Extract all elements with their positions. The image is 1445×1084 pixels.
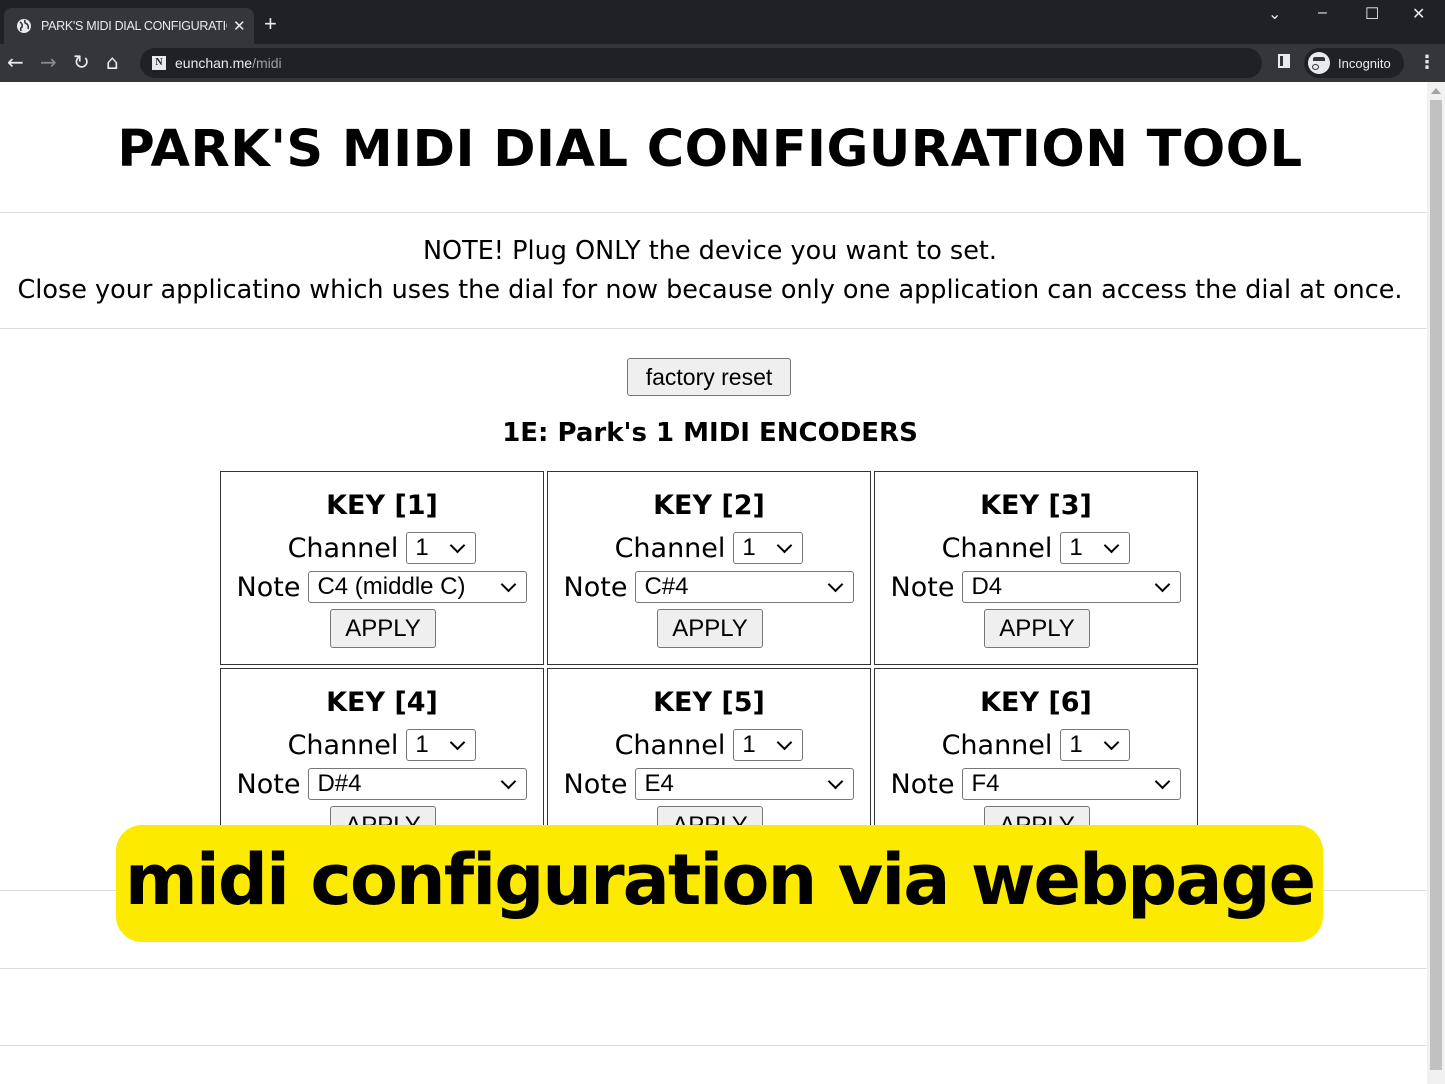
tab-title: PARK'S MIDI DIAL CONFIGURATIC bbox=[41, 19, 227, 33]
note-value: C#4 bbox=[644, 573, 689, 600]
note-label: Note bbox=[890, 768, 955, 800]
scroll-up-icon[interactable] bbox=[1431, 88, 1441, 94]
forward-icon[interactable]: → bbox=[40, 50, 57, 74]
browser-toolbar: ← → ↻ ⌂ N eunchan.me/midi Incognito ⋮ bbox=[0, 44, 1445, 82]
maximize-icon[interactable]: ☐ bbox=[1365, 4, 1379, 24]
key-label: KEY [2] bbox=[653, 490, 765, 521]
tab-search-icon[interactable]: ⌄ bbox=[1268, 4, 1281, 24]
chevron-down-icon bbox=[828, 773, 844, 789]
close-tab-icon[interactable]: ✕ bbox=[233, 17, 246, 35]
chevron-down-icon bbox=[450, 537, 466, 553]
scrollbar-thumb[interactable] bbox=[1430, 100, 1442, 1070]
chevron-down-icon bbox=[777, 734, 793, 750]
key-card: KEY [1] Channel 1 Note C4 (middle C) APPLY bbox=[220, 471, 544, 665]
chevron-down-icon bbox=[501, 773, 517, 789]
channel-label: Channel bbox=[287, 729, 399, 761]
scrollbar[interactable] bbox=[1427, 82, 1445, 1084]
chevron-down-icon bbox=[1155, 773, 1171, 789]
incognito-profile-button[interactable]: Incognito bbox=[1304, 48, 1404, 78]
side-panel-icon[interactable] bbox=[1278, 54, 1290, 68]
menu-icon[interactable]: ⋮ bbox=[1418, 52, 1436, 73]
note-label: Note bbox=[563, 571, 628, 603]
note-label: Note bbox=[236, 768, 301, 800]
note-label: Note bbox=[563, 768, 628, 800]
new-tab-button[interactable]: + bbox=[264, 12, 277, 36]
note-label: Note bbox=[890, 571, 955, 603]
channel-select[interactable]: 1 bbox=[733, 532, 804, 564]
channel-select[interactable]: 1 bbox=[733, 729, 804, 761]
channel-value: 1 bbox=[415, 534, 429, 561]
key-grid: KEY [1] Channel 1 Note C4 (middle C) APPLY… bbox=[220, 471, 1198, 862]
notice-line-2: Close your applicatino which uses the di… bbox=[17, 275, 1403, 305]
note-value: D#4 bbox=[317, 770, 362, 797]
channel-label: Channel bbox=[614, 729, 726, 761]
note-select[interactable]: D#4 bbox=[308, 768, 528, 800]
note-select[interactable]: E4 bbox=[635, 768, 855, 800]
channel-select[interactable]: 1 bbox=[1060, 532, 1131, 564]
note-value: C4 (middle C) bbox=[317, 573, 466, 600]
incognito-label: Incognito bbox=[1338, 55, 1391, 71]
back-icon[interactable]: ← bbox=[7, 50, 24, 74]
chevron-down-icon bbox=[777, 537, 793, 553]
key-card: KEY [2] Channel 1 Note C#4 APPLY bbox=[547, 471, 871, 665]
key-label: KEY [4] bbox=[326, 687, 438, 718]
divider bbox=[0, 212, 1427, 213]
note-value: E4 bbox=[644, 770, 674, 797]
key-label: KEY [1] bbox=[326, 490, 438, 521]
note-select[interactable]: C#4 bbox=[635, 571, 855, 603]
factory-reset-button[interactable]: factory reset bbox=[627, 358, 791, 396]
apply-button[interactable]: APPLY bbox=[657, 609, 763, 648]
url-path: /midi bbox=[252, 55, 282, 71]
reload-icon[interactable]: ↻ bbox=[73, 50, 90, 74]
channel-label: Channel bbox=[941, 532, 1053, 564]
notice: NOTE! Plug ONLY the device you want to s… bbox=[0, 232, 1420, 310]
key-label: KEY [3] bbox=[980, 490, 1092, 521]
note-select[interactable]: F4 bbox=[962, 768, 1182, 800]
tab-strip: PARK'S MIDI DIAL CONFIGURATIC ✕ + ⌄ – ☐ … bbox=[0, 0, 1445, 44]
divider bbox=[0, 968, 1427, 969]
note-value: F4 bbox=[971, 770, 1000, 797]
note-label: Note bbox=[236, 571, 301, 603]
globe-icon bbox=[17, 19, 31, 33]
key-label: KEY [6] bbox=[980, 687, 1092, 718]
device-title: 1E: Park's 1 MIDI ENCODERS bbox=[502, 418, 918, 448]
address-bar[interactable]: N eunchan.me/midi bbox=[140, 48, 1262, 78]
channel-select[interactable]: 1 bbox=[406, 729, 477, 761]
chevron-down-icon bbox=[501, 576, 517, 592]
key-card: KEY [3] Channel 1 Note D4 APPLY bbox=[874, 471, 1198, 665]
minimize-icon[interactable]: – bbox=[1318, 4, 1327, 22]
channel-value: 1 bbox=[1069, 534, 1083, 561]
channel-label: Channel bbox=[614, 532, 726, 564]
incognito-icon bbox=[1308, 52, 1330, 74]
page-title: PARK'S MIDI DIAL CONFIGURATION TOOL bbox=[117, 120, 1303, 179]
chevron-down-icon bbox=[450, 734, 466, 750]
note-select[interactable]: C4 (middle C) bbox=[308, 571, 528, 603]
channel-select[interactable]: 1 bbox=[406, 532, 477, 564]
divider bbox=[0, 1045, 1427, 1046]
url-host: eunchan.me bbox=[175, 55, 253, 71]
caption-banner: midi configuration via webpage bbox=[116, 825, 1323, 942]
home-icon[interactable]: ⌂ bbox=[106, 50, 119, 74]
channel-select[interactable]: 1 bbox=[1060, 729, 1131, 761]
chevron-down-icon bbox=[828, 576, 844, 592]
note-select[interactable]: D4 bbox=[962, 571, 1182, 603]
channel-value: 1 bbox=[415, 731, 429, 758]
site-info-icon[interactable]: N bbox=[152, 56, 166, 70]
close-window-icon[interactable]: ✕ bbox=[1412, 4, 1425, 24]
chevron-down-icon bbox=[1104, 537, 1120, 553]
channel-label: Channel bbox=[941, 729, 1053, 761]
chevron-down-icon bbox=[1104, 734, 1120, 750]
chevron-down-icon bbox=[1155, 576, 1171, 592]
notice-line-1: NOTE! Plug ONLY the device you want to s… bbox=[422, 236, 998, 266]
channel-value: 1 bbox=[742, 534, 756, 561]
divider bbox=[0, 328, 1427, 329]
apply-button[interactable]: APPLY bbox=[984, 609, 1090, 648]
browser-tab[interactable]: PARK'S MIDI DIAL CONFIGURATIC ✕ bbox=[4, 8, 254, 44]
apply-button[interactable]: APPLY bbox=[330, 609, 436, 648]
channel-value: 1 bbox=[742, 731, 756, 758]
key-label: KEY [5] bbox=[653, 687, 765, 718]
channel-label: Channel bbox=[287, 532, 399, 564]
channel-value: 1 bbox=[1069, 731, 1083, 758]
note-value: D4 bbox=[971, 573, 1003, 600]
